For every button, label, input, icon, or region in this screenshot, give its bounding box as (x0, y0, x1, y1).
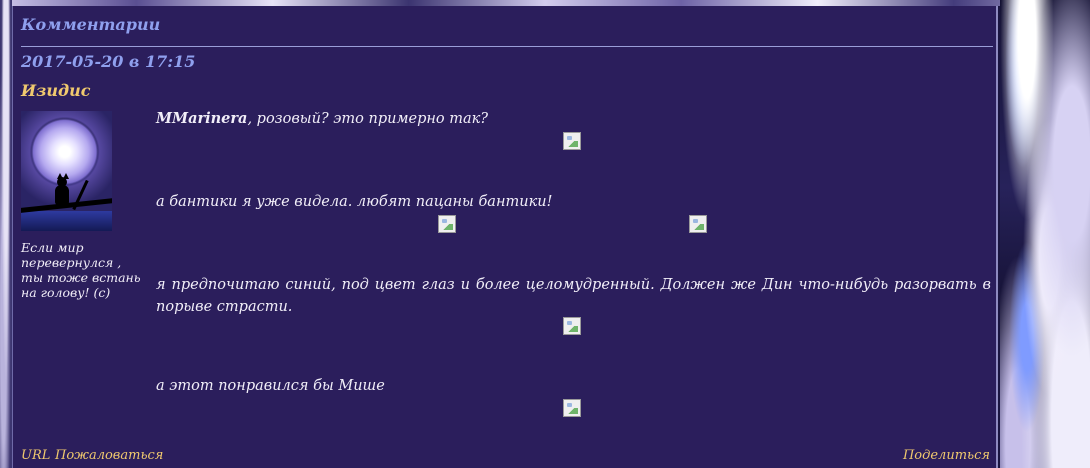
broken-image-icon[interactable] (438, 215, 456, 233)
url-link[interactable]: URL (21, 448, 50, 463)
complain-link[interactable]: Пожаловаться (55, 448, 163, 463)
avatar-water (21, 211, 112, 231)
section-title: Комментарии (21, 15, 161, 34)
comment-line-2: а бантики я уже видела. любят пацаны бан… (156, 194, 553, 210)
broken-image-icon[interactable] (563, 399, 581, 417)
divider (21, 46, 993, 47)
comment-line-3: я предпочитаю синий, под цвет глаз и бол… (156, 277, 991, 315)
comment-date: 2017-05-20 в 17:15 (21, 52, 196, 71)
comment-text-1: , розовый? это примерно так? (247, 111, 489, 127)
broken-image-icon[interactable] (689, 215, 707, 233)
broken-image-icon[interactable] (563, 132, 581, 150)
author-motto: Если мир перевернулся , ты тоже встань н… (21, 240, 141, 300)
avatar-cat-ear (63, 173, 69, 179)
avatar-cat-body (55, 185, 69, 205)
comment-line-1: MMarinera, розовый? это примерно так? (156, 110, 488, 127)
broken-image-icon[interactable] (563, 317, 581, 335)
background-decoration (1000, 0, 1090, 468)
share-link[interactable]: Поделиться (903, 448, 990, 463)
comment-line-4: а этот понравился бы Мише (156, 378, 385, 394)
mention-link[interactable]: MMarinera (156, 110, 247, 127)
avatar[interactable] (21, 111, 112, 231)
background-left-strip (0, 0, 12, 468)
comment-author[interactable]: Изидис (21, 81, 90, 100)
comments-panel: Комментарии 2017-05-20 в 17:15 Изидис Ес… (12, 6, 998, 468)
